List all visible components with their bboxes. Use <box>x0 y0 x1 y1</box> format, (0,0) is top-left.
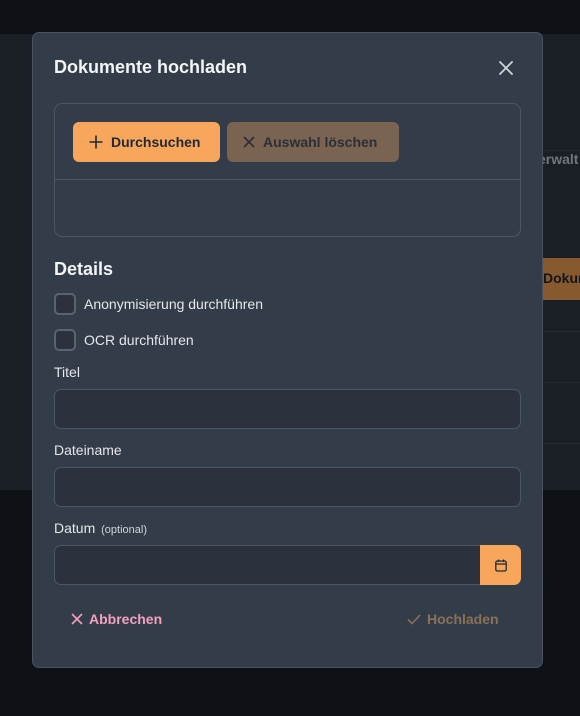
cancel-label: Abbrechen <box>89 611 163 627</box>
close-icon <box>499 61 513 75</box>
browse-button-label: Durchsuchen <box>111 134 201 150</box>
clear-selection-label: Auswahl löschen <box>263 134 378 150</box>
plus-icon <box>89 135 103 149</box>
filename-label: Dateiname <box>54 442 122 458</box>
dialog-title: Dokumente hochladen <box>54 57 248 77</box>
x-icon <box>243 136 255 148</box>
date-label: Datum (optional) <box>54 520 147 536</box>
cancel-button[interactable]: Abbrechen <box>71 607 162 631</box>
anonymize-label: Anonymisierung durchführen <box>84 296 263 312</box>
anonymize-checkbox[interactable] <box>54 293 76 315</box>
calendar-icon <box>494 559 507 572</box>
upload-dialog: Dokumente hochladen Durchsuchen Auswahl … <box>32 32 543 668</box>
clear-selection-button[interactable]: Auswahl löschen <box>227 122 399 162</box>
anonymize-checkbox-row[interactable]: Anonymisierung durchführen <box>54 293 263 315</box>
file-drop-zone[interactable] <box>55 180 520 236</box>
browse-button[interactable]: Durchsuchen <box>73 122 220 162</box>
date-optional-hint: (optional) <box>101 524 147 536</box>
title-label: Titel <box>54 364 80 380</box>
upload-toolbar: Durchsuchen Auswahl löschen <box>55 104 520 180</box>
date-label-text: Datum <box>54 520 96 536</box>
check-icon <box>407 613 421 625</box>
date-picker-button[interactable] <box>480 545 521 585</box>
ocr-checkbox[interactable] <box>54 329 76 351</box>
x-icon <box>71 613 83 625</box>
ocr-checkbox-row[interactable]: OCR durchführen <box>54 329 194 351</box>
date-input[interactable] <box>54 545 480 585</box>
upload-button[interactable]: Hochladen <box>407 607 499 631</box>
upload-label: Hochladen <box>427 611 499 627</box>
filename-input[interactable] <box>54 467 521 507</box>
details-heading: Details <box>54 259 114 279</box>
ocr-label: OCR durchführen <box>84 332 194 348</box>
title-input[interactable] <box>54 389 521 429</box>
close-button[interactable] <box>495 57 517 79</box>
file-upload-area[interactable]: Durchsuchen Auswahl löschen <box>54 103 521 237</box>
